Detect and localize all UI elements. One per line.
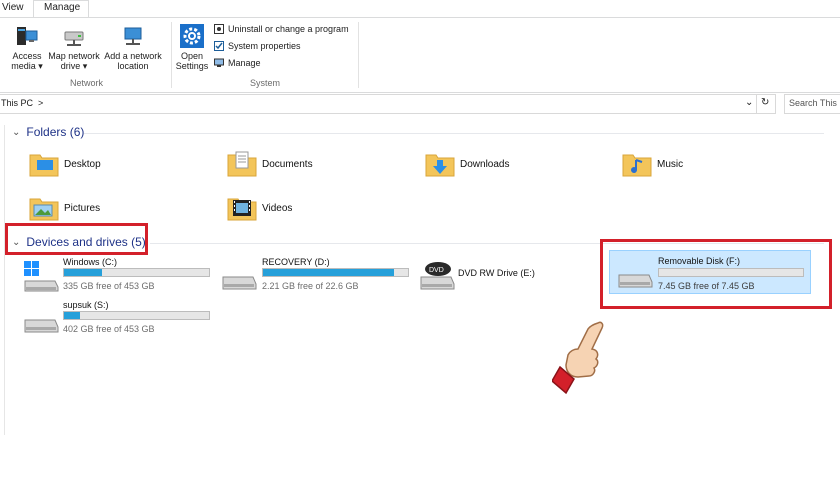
access-media-label-2: media ▾ [11,61,43,71]
access-media-icon [17,27,38,45]
open-settings-label-1: Open [180,51,204,61]
uninstall-label: Uninstall or change a program [228,24,349,34]
uninstall-program-button[interactable]: Uninstall or change a program [214,24,349,34]
drive-usage-fill [263,269,394,276]
manage-label: Manage [228,58,261,68]
open-settings-label-2: Settings [175,61,209,71]
system-group-label: System [250,78,281,88]
access-media-button[interactable]: Access media ▾ [8,23,46,71]
add-location-label-1: Add a network [104,51,162,61]
drive-usage-fill [64,269,102,276]
drive-icon [222,276,257,290]
drive-item-s[interactable]: supsuk (S:) 402 GB free of 453 GB [22,299,212,339]
ribbon-group-divider [171,22,172,88]
network-drive-icon [64,31,84,46]
drive-usage-fill [64,312,80,319]
drive-usage-bar [63,311,210,320]
gear-icon [180,24,204,48]
breadcrumb-this-pc[interactable]: This PC [1,98,33,108]
downloads-folder-icon [425,154,455,177]
folder-item-music[interactable]: Music [621,146,771,182]
drive-icon [24,319,59,333]
breadcrumb-separator[interactable]: > [38,98,43,108]
content-pane: ⌄ Folders (6) Desktop Documents Download… [0,119,840,500]
drive-name: DVD RW Drive (E:) [458,268,535,278]
tab-manage[interactable]: Manage [44,2,80,13]
map-drive-label-1: Map network [48,51,100,61]
add-location-label-2: location [117,61,149,71]
add-network-location-button[interactable]: Add a network location [102,23,164,71]
section-divider [84,133,824,134]
drive-usage-bar [63,268,210,277]
drive-item-e[interactable]: DVD DVD RW Drive (E:) [418,256,588,296]
address-bar[interactable]: This PC > ⌄ ↻ [0,94,776,114]
refresh-icon[interactable]: ↻ [761,97,769,108]
folders-section-title: Folders (6) [26,125,85,139]
folder-item-pictures[interactable]: Pictures [28,190,178,226]
dvd-drive-icon: DVD [420,262,455,290]
folder-item-desktop[interactable]: Desktop [28,146,178,182]
folder-label: Music [657,159,684,170]
drive-name: Windows (C:) [63,257,118,267]
desktop-folder-icon [29,154,59,177]
network-location-icon [124,27,142,45]
manage-button[interactable]: Manage [214,58,261,68]
drive-name: RECOVERY (D:) [262,257,330,267]
search-placeholder: Search This PC [789,98,840,108]
highlight-box-removable [600,239,832,309]
pictures-folder-icon [29,198,59,221]
network-group-label: Network [70,78,104,88]
videos-folder-icon [227,198,257,221]
folder-label: Pictures [64,203,101,214]
drive-item-c[interactable]: Windows (C:) 335 GB free of 453 GB [22,256,212,296]
computer-manage-icon [214,58,224,67]
folder-label: Videos [262,203,293,214]
access-media-label-1: Access [12,51,42,61]
folder-label: Downloads [460,159,510,170]
drive-free-space: 335 GB free of 453 GB [63,281,155,291]
folder-item-documents[interactable]: Documents [226,146,376,182]
drive-free-space: 2.21 GB free of 22.6 GB [262,281,359,291]
drive-name: supsuk (S:) [63,300,109,310]
ribbon-group-divider-2 [358,22,359,88]
checkbox-properties-icon [214,41,224,51]
map-network-drive-button[interactable]: Map network drive ▾ [46,23,102,71]
system-properties-label: System properties [228,41,301,51]
svg-text:DVD: DVD [429,267,444,274]
collapse-chevron-icon[interactable]: ⌄ [12,127,20,138]
nav-pane-edge [4,125,5,435]
folder-item-downloads[interactable]: Downloads [424,146,574,182]
map-drive-label-2: drive ▾ [60,61,88,71]
windows-drive-icon [24,261,59,292]
tab-view[interactable]: View [2,2,24,13]
folders-section-header[interactable]: ⌄ Folders (6) [12,125,84,139]
address-dropdown-icon[interactable]: ⌄ [745,97,753,108]
music-folder-icon [622,154,652,177]
folder-label: Desktop [64,159,101,170]
uninstall-icon [214,24,224,34]
search-input[interactable]: Search This PC [784,94,840,114]
address-divider [756,95,757,113]
drive-item-d[interactable]: RECOVERY (D:) 2.21 GB free of 22.6 GB [220,256,410,296]
open-settings-button[interactable]: Open Settings [174,23,210,71]
documents-folder-icon [227,151,257,177]
pointing-hand-icon [552,321,604,395]
drive-usage-bar [262,268,409,277]
folder-label: Documents [262,159,313,170]
ribbon: Access media ▾ Map network drive ▾ Add a… [0,17,840,93]
drive-free-space: 402 GB free of 453 GB [63,324,155,334]
folder-item-videos[interactable]: Videos [226,190,376,226]
system-properties-button[interactable]: System properties [214,41,301,51]
highlight-box-devices [5,223,148,255]
ribbon-tabs: View Manage [0,0,840,18]
